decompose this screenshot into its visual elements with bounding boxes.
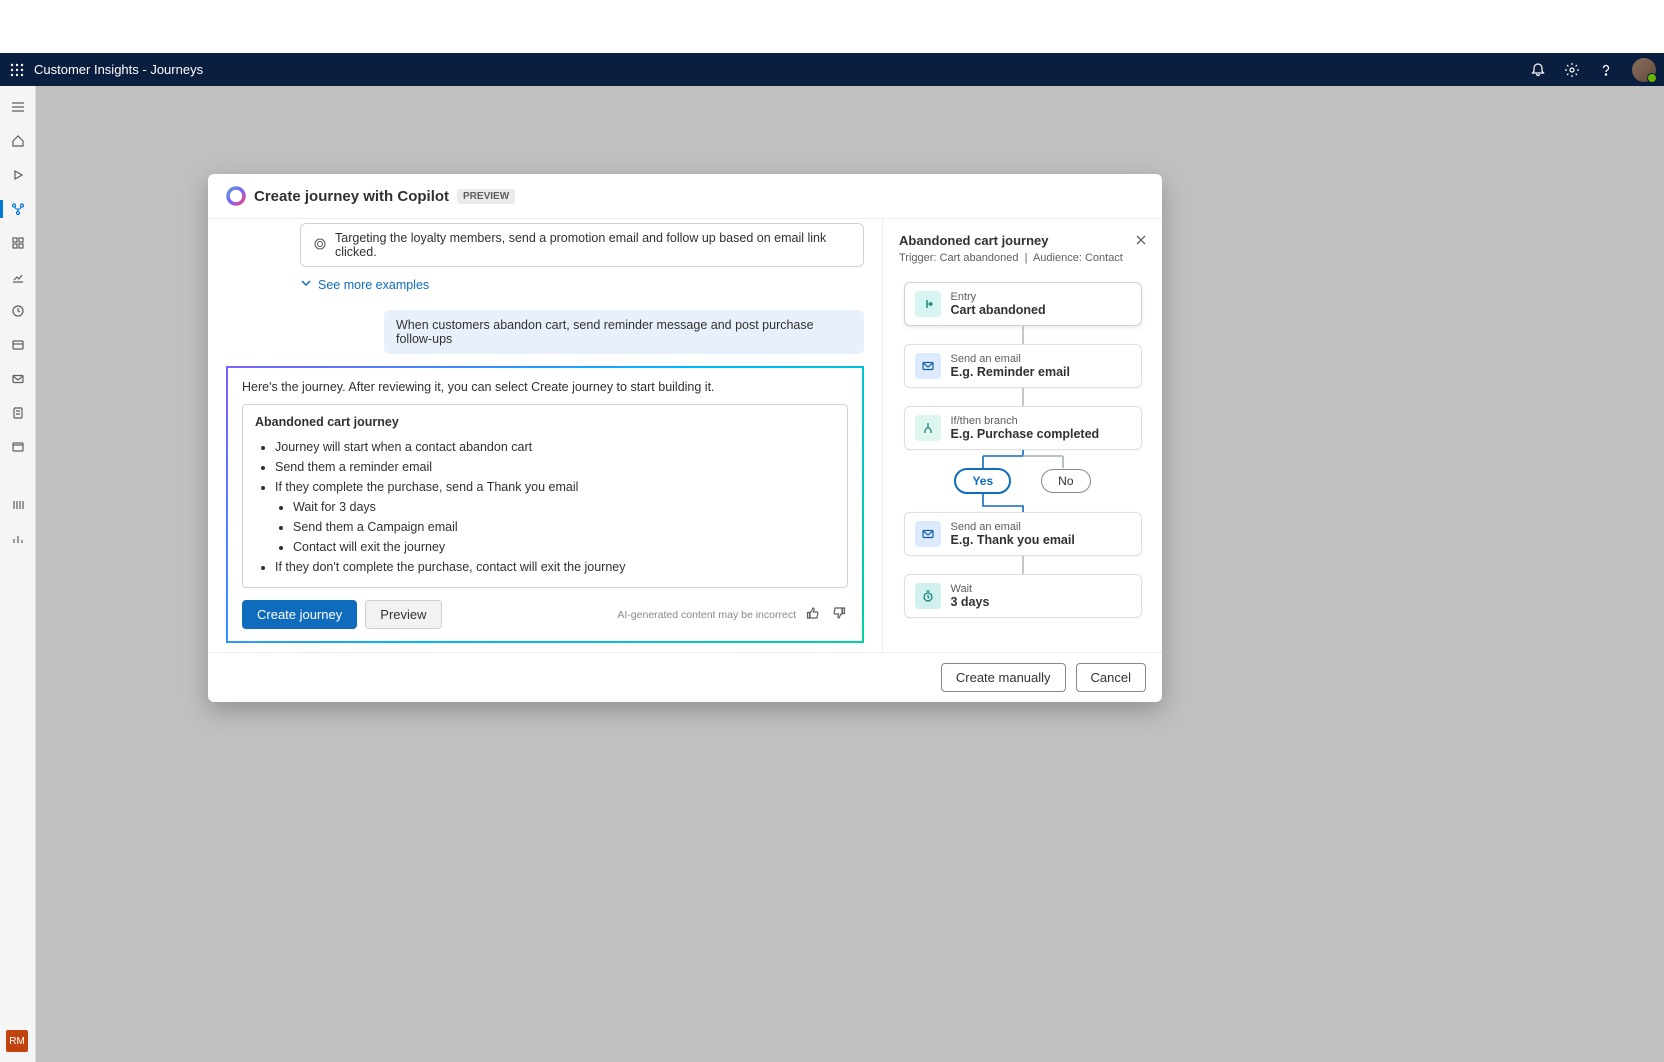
rail-window-icon[interactable] (0, 432, 36, 462)
journey-node-entry[interactable]: Entry Cart abandoned (904, 282, 1142, 326)
rail-card-icon[interactable] (0, 330, 36, 360)
close-icon[interactable] (1134, 233, 1148, 250)
copilot-modal: Create journey with Copilot PREVIEW Targ… (208, 174, 1162, 702)
rail-chart-icon[interactable] (0, 524, 36, 554)
thumbs-up-icon[interactable] (804, 604, 822, 625)
target-icon (313, 237, 327, 254)
timer-icon (915, 583, 941, 609)
settings-icon[interactable] (1564, 62, 1580, 78)
see-more-examples-link[interactable]: See more examples (300, 277, 429, 292)
journey-preview-title: Abandoned cart journey (899, 233, 1146, 248)
suggestion-text: Targeting the loyalty members, send a pr… (335, 231, 851, 259)
rail-analytics-icon[interactable] (0, 262, 36, 292)
connector (1022, 556, 1024, 574)
mail-icon (915, 353, 941, 379)
branch-row: Yes No (954, 468, 1090, 494)
journey-meta: Trigger: Cart abandoned | Audience: Cont… (899, 252, 1146, 264)
summary-bullet: Journey will start when a contact abando… (275, 437, 835, 457)
branch-connector (963, 450, 1083, 468)
chevron-down-icon (300, 277, 312, 292)
preview-badge: PREVIEW (457, 189, 515, 204)
summary-bullet: Send them a reminder email (275, 457, 835, 477)
ai-response-card: Here's the journey. After reviewing it, … (226, 366, 864, 643)
app-title: Customer Insights - Journeys (34, 62, 203, 77)
summary-sub-bullet: Contact will exit the journey (293, 537, 835, 557)
journey-summary-box: Abandoned cart journey Journey will star… (242, 404, 848, 588)
rail-journeys-icon[interactable] (0, 194, 36, 224)
create-journey-button[interactable]: Create journey (242, 600, 357, 629)
journey-canvas: Entry Cart abandoned Send an email E.g. … (899, 282, 1146, 618)
cancel-button[interactable]: Cancel (1076, 663, 1146, 692)
rail-hamburger-icon[interactable] (0, 92, 36, 122)
rail-library-icon[interactable] (0, 490, 36, 520)
journey-preview-pane: Abandoned cart journey Trigger: Cart aba… (882, 219, 1162, 652)
mail-icon (915, 521, 941, 547)
journey-node-branch[interactable]: If/then branch E.g. Purchase completed (904, 406, 1142, 450)
branch-no-pill[interactable]: No (1041, 469, 1090, 493)
copilot-logo-icon (226, 186, 246, 206)
notifications-icon[interactable] (1530, 62, 1546, 78)
modal-footer: Create manually Cancel (208, 652, 1162, 702)
summary-bullet: If they don't complete the purchase, con… (275, 557, 835, 577)
preview-button[interactable]: Preview (365, 600, 441, 629)
user-message-bubble: When customers abandon cart, send remind… (384, 310, 864, 354)
summary-title: Abandoned cart journey (255, 415, 835, 429)
left-nav-rail: RM (0, 86, 36, 1062)
connector (1022, 388, 1024, 406)
help-icon[interactable] (1598, 62, 1614, 78)
summary-sub-bullet: Wait for 3 days (293, 497, 835, 517)
conversation-pane: Targeting the loyalty members, send a pr… (208, 219, 882, 652)
journey-node-email-thankyou[interactable]: Send an email E.g. Thank you email (904, 512, 1142, 556)
create-manually-button[interactable]: Create manually (941, 663, 1066, 692)
rail-play-icon[interactable] (0, 160, 36, 190)
rail-clock-icon[interactable] (0, 296, 36, 326)
connector (1022, 326, 1024, 344)
branch-icon (915, 415, 941, 441)
modal-header: Create journey with Copilot PREVIEW (208, 174, 1162, 219)
rail-mail-icon[interactable] (0, 364, 36, 394)
app-launcher-icon[interactable] (0, 63, 34, 77)
user-avatar[interactable] (1632, 58, 1656, 82)
rail-segments-icon[interactable] (0, 228, 36, 258)
summary-bullet: If they complete the purchase, send a Th… (275, 477, 835, 557)
journey-node-wait[interactable]: Wait 3 days (904, 574, 1142, 618)
modal-title: Create journey with Copilot (254, 188, 449, 205)
entry-icon (915, 291, 941, 317)
topbar: Customer Insights - Journeys (0, 53, 1664, 86)
branch-yes-pill[interactable]: Yes (954, 468, 1011, 494)
ai-disclaimer-text: AI-generated content may be incorrect (617, 609, 796, 621)
thumbs-down-icon[interactable] (830, 604, 848, 625)
journey-node-email-reminder[interactable]: Send an email E.g. Reminder email (904, 344, 1142, 388)
connector (963, 494, 1083, 512)
rail-form-icon[interactable] (0, 398, 36, 428)
ai-intro-text: Here's the journey. After reviewing it, … (242, 380, 848, 394)
rail-persona-badge[interactable]: RM (6, 1030, 28, 1052)
summary-sub-bullet: Send them a Campaign email (293, 517, 835, 537)
rail-home-icon[interactable] (0, 126, 36, 156)
suggestion-chip[interactable]: Targeting the loyalty members, send a pr… (300, 223, 864, 267)
